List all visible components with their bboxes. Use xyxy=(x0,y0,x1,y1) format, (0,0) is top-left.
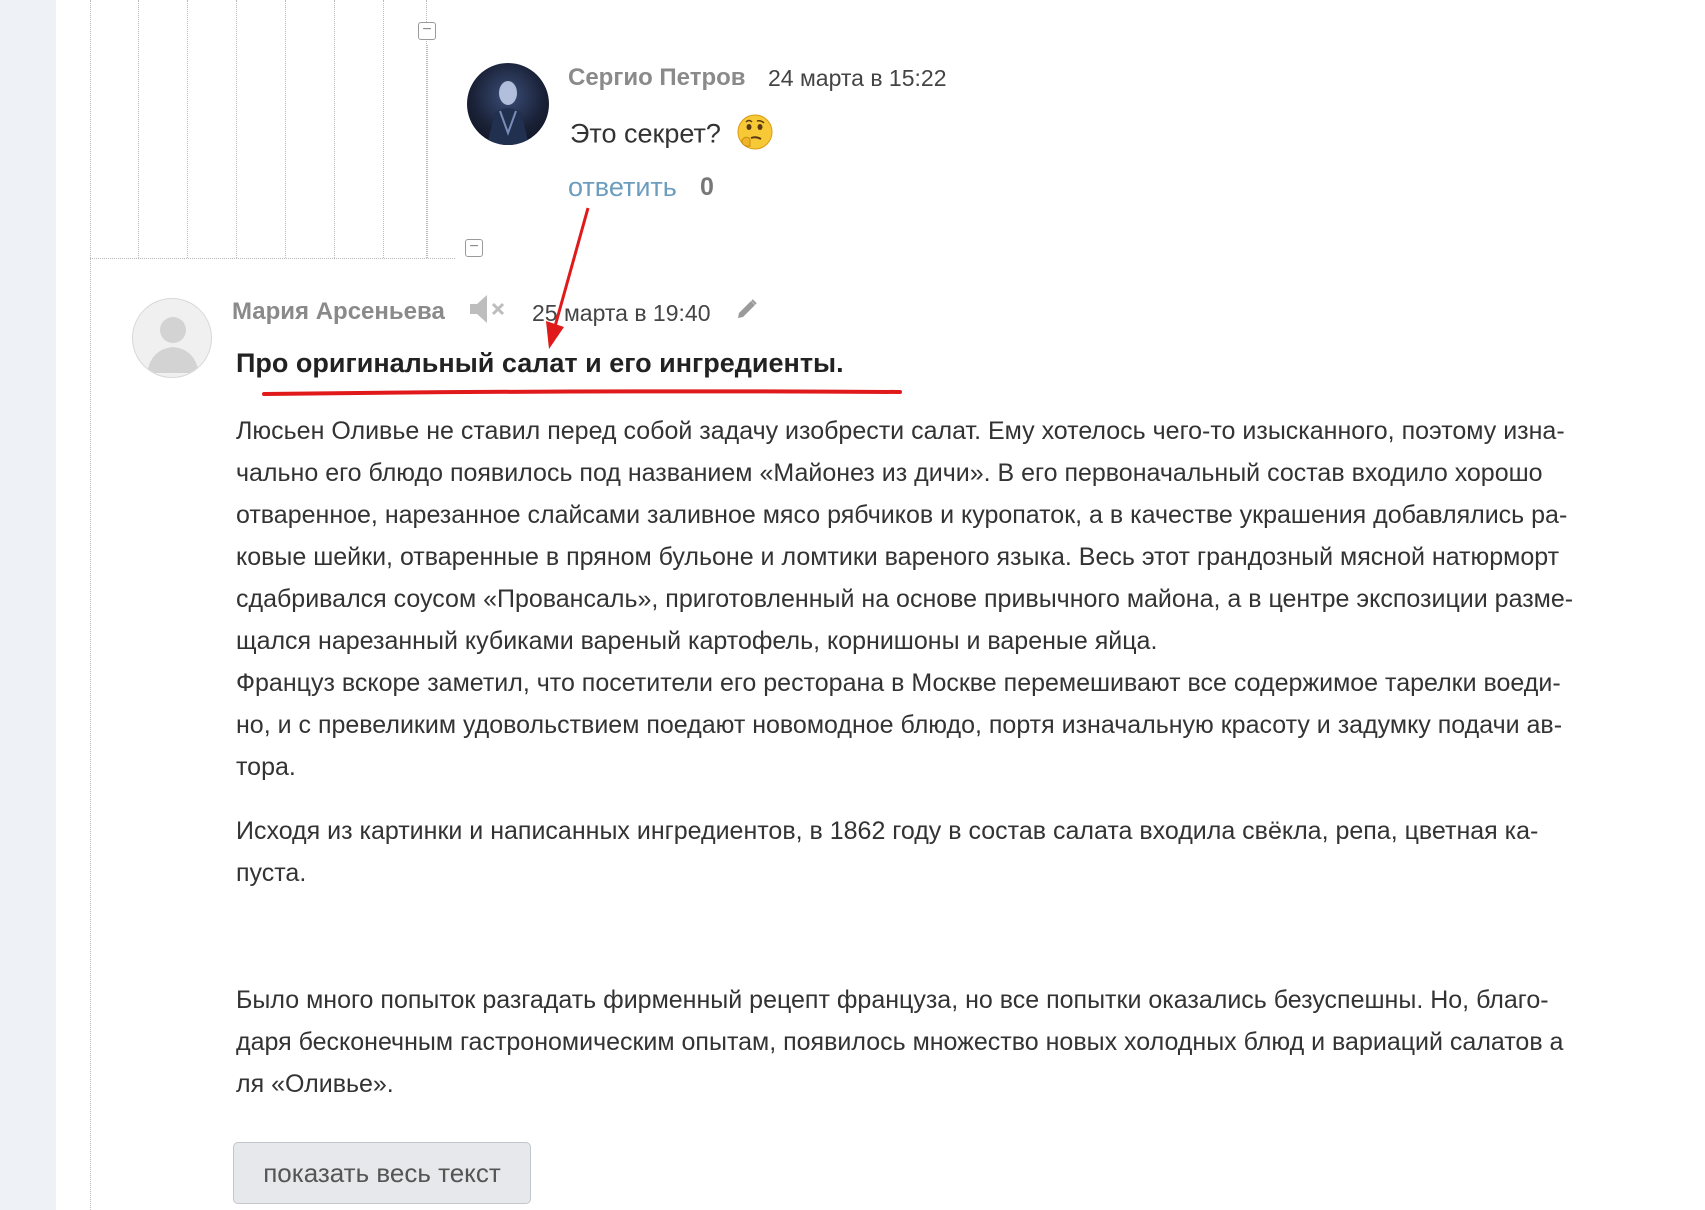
comment-paragraph: Исходя из картинки и написанных ингредие… xyxy=(236,810,1705,894)
text-line: сдабривался соусом «Провансаль», пригото… xyxy=(236,585,1574,613)
page-left-margin xyxy=(0,0,56,1210)
thread-guide-line xyxy=(90,258,91,1210)
pencil-icon[interactable] xyxy=(735,297,759,321)
reply-count: 0 xyxy=(700,173,714,201)
text-line: Люсьен Оливье не ставил перед собой зада… xyxy=(236,417,1565,445)
collapse-minus-icon[interactable]: − xyxy=(418,22,436,40)
collapse-minus-icon[interactable]: − xyxy=(465,239,483,257)
text-line: Француз вскоре заметил, что посетители е… xyxy=(236,669,1561,697)
comment-date: 24 марта в 15:22 xyxy=(768,65,947,91)
text-line: пуста. xyxy=(236,859,307,887)
text-line: даря бесконечным гастрономическим опытам… xyxy=(236,1028,1564,1056)
thread-tree-guides xyxy=(90,0,455,258)
text-line: отваренное, нарезанное слайсами заливное… xyxy=(236,501,1568,529)
mute-speaker-icon[interactable] xyxy=(468,292,508,326)
show-full-text-button[interactable]: показать весь текст xyxy=(233,1142,531,1204)
comment-author[interactable]: Сергио Петров xyxy=(568,64,746,92)
text-line: ля «Оливье». xyxy=(236,1070,394,1098)
text-line: тора. xyxy=(236,753,296,781)
text-line: чально его блюдо появилось под названием… xyxy=(236,459,1543,487)
post-heading: Про оригинальный салат и его ингредиенты… xyxy=(236,348,844,378)
comment-paragraph: Люсьен Оливье не ставил перед собой зада… xyxy=(236,410,1705,788)
text-line: ковые шейки, отваренные в пряном бульоне… xyxy=(236,543,1560,571)
thinking-face-icon xyxy=(736,113,774,158)
annotation-underline xyxy=(262,389,902,396)
comment-text: Это секрет? xyxy=(570,113,774,158)
thread-guide-line xyxy=(427,45,428,258)
annotation-arrow xyxy=(546,207,590,349)
thread-separator xyxy=(90,258,455,259)
text-line: но, и с превеликим удовольствием поедают… xyxy=(236,711,1563,739)
comment-text-content: Это секрет? xyxy=(570,118,721,149)
reply-link[interactable]: ответить xyxy=(568,172,677,203)
text-line: Исходя из картинки и написанных ингредие… xyxy=(236,817,1539,845)
avatar[interactable] xyxy=(132,298,212,378)
text-line: Было много попыток разгадать фирменный р… xyxy=(236,986,1549,1014)
comment-paragraph: Было много попыток разгадать фирменный р… xyxy=(236,979,1705,1105)
avatar[interactable] xyxy=(467,63,549,145)
text-line: щался нарезанный кубиками вареный картоф… xyxy=(236,627,1158,655)
comment-author[interactable]: Мария Арсеньева xyxy=(232,298,445,326)
